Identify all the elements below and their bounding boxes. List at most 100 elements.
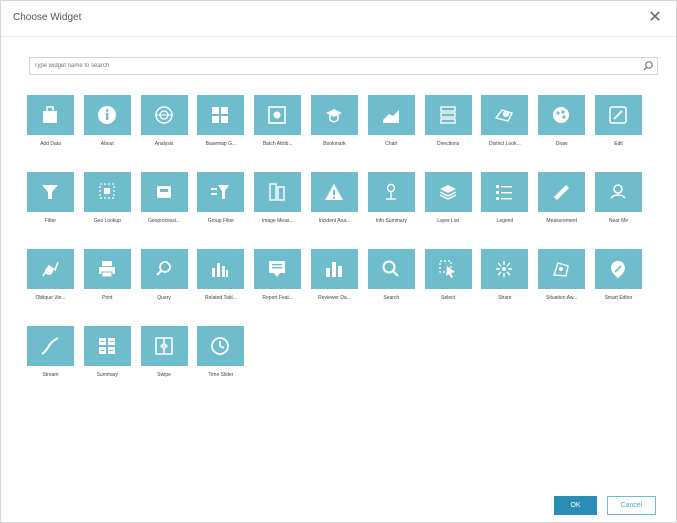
widget-tile[interactable]: [595, 172, 642, 212]
widget-tile[interactable]: [538, 95, 586, 135]
widget-item[interactable]: Analysis: [140, 95, 192, 155]
widget-label: Layer List: [437, 218, 459, 224]
widget-item[interactable]: Legend: [481, 172, 532, 232]
widget-item[interactable]: Stream: [27, 326, 78, 386]
widget-item[interactable]: District Look...: [481, 95, 532, 155]
widget-tile[interactable]: [254, 249, 302, 289]
info-icon: [97, 106, 116, 124]
widget-item[interactable]: Report Feat...: [254, 249, 305, 309]
widget-item[interactable]: Info Summary: [367, 172, 419, 232]
widget-item[interactable]: Layer List: [424, 172, 476, 232]
widget-tile[interactable]: [367, 172, 415, 212]
share-icon: [496, 261, 513, 277]
widget-item[interactable]: Query: [140, 249, 192, 309]
widget-tile[interactable]: [27, 172, 74, 212]
situation-awareness-icon: [553, 262, 569, 277]
widget-item[interactable]: Incident Ana...: [311, 172, 362, 232]
cancel-button[interactable]: Cancel: [607, 496, 656, 515]
widget-item[interactable]: Swipe: [140, 326, 192, 386]
widget-item[interactable]: Draw: [538, 95, 589, 155]
select-icon: [438, 260, 455, 278]
widget-item[interactable]: Filter: [27, 172, 78, 232]
ok-button[interactable]: OK: [554, 496, 597, 515]
widget-tile[interactable]: [27, 249, 74, 289]
widget-tile[interactable]: [538, 249, 586, 289]
widget-tile[interactable]: [481, 172, 529, 212]
widget-item[interactable]: Smart Editor: [595, 249, 646, 309]
widget-item[interactable]: Group Filter: [197, 172, 248, 232]
summary-icon: [98, 338, 115, 354]
widget-tile[interactable]: [254, 95, 302, 135]
widget-tile[interactable]: [481, 249, 529, 289]
widget-item[interactable]: Basemap G...: [197, 95, 248, 155]
widget-search-input[interactable]: [34, 59, 624, 73]
widget-item[interactable]: Time Slider: [197, 326, 248, 386]
widget-tile[interactable]: [197, 95, 245, 135]
widget-tile[interactable]: [481, 95, 529, 135]
widget-item[interactable]: About: [83, 95, 135, 155]
widget-item[interactable]: Summary: [83, 326, 135, 386]
widget-tile[interactable]: [311, 249, 358, 289]
search-icon: [382, 260, 399, 277]
widget-tile[interactable]: [140, 95, 188, 135]
widget-label: Oblique Vie...: [35, 295, 66, 301]
choose-widget-dialog: Choose Widget ✕ Add Data About Analysis Bas…: [0, 0, 677, 523]
widget-tile[interactable]: [83, 249, 131, 289]
widget-tile[interactable]: [83, 172, 131, 212]
swipe-icon: [154, 337, 173, 355]
widget-item[interactable]: Bookmark: [311, 95, 362, 155]
add-data-icon: [43, 106, 57, 123]
widget-tile[interactable]: [367, 95, 415, 135]
widget-tile[interactable]: [311, 95, 358, 135]
widget-tile[interactable]: [311, 172, 358, 212]
incident-analysis-icon: [325, 184, 343, 200]
widget-label: Summary: [96, 372, 118, 378]
widget-item[interactable]: Edit: [595, 95, 646, 155]
legend-icon: [496, 185, 513, 200]
widget-tile[interactable]: [424, 95, 472, 135]
widget-item[interactable]: Related Tabl...: [197, 249, 248, 309]
search-icon[interactable]: [641, 59, 655, 73]
widget-label: Image Meas...: [261, 218, 294, 224]
widget-item[interactable]: Situation Aw...: [538, 249, 589, 309]
widget-tile[interactable]: [83, 95, 131, 135]
widget-tile[interactable]: [367, 249, 415, 289]
widget-tile[interactable]: [424, 249, 472, 289]
widget-item[interactable]: Chart: [367, 95, 419, 155]
widget-tile[interactable]: [197, 249, 245, 289]
widget-label: Stream: [42, 372, 59, 378]
widget-item[interactable]: Directions: [424, 95, 476, 155]
widget-tile[interactable]: [538, 172, 586, 212]
widget-item[interactable]: Near Me: [595, 172, 646, 232]
widget-tile[interactable]: [595, 249, 642, 289]
widget-tile[interactable]: [197, 326, 245, 366]
widget-tile[interactable]: [83, 326, 131, 366]
widget-item[interactable]: Geoprocessi...: [140, 172, 192, 232]
widget-tile[interactable]: [140, 326, 188, 366]
widget-item[interactable]: Image Meas...: [254, 172, 305, 232]
widget-tile[interactable]: [595, 95, 642, 135]
widget-item[interactable]: Measurement: [538, 172, 589, 232]
close-icon[interactable]: ✕: [646, 9, 664, 27]
widget-tile[interactable]: [27, 326, 74, 366]
widget-tile[interactable]: [197, 172, 245, 212]
widget-item[interactable]: Batch Attrib...: [254, 95, 305, 155]
widget-item[interactable]: Add Data: [27, 95, 78, 155]
widget-tile[interactable]: [140, 249, 188, 289]
widget-item[interactable]: Oblique Vie...: [27, 249, 78, 309]
widget-item[interactable]: Select: [424, 249, 476, 309]
widget-label: About: [100, 141, 114, 147]
draw-icon: [553, 107, 570, 123]
widget-tile[interactable]: [140, 172, 188, 212]
widget-item[interactable]: Share: [481, 249, 532, 309]
widget-label: Bookmark: [323, 141, 346, 147]
widget-item[interactable]: Search: [367, 249, 419, 309]
widget-tile[interactable]: [424, 172, 472, 212]
widget-tile[interactable]: [27, 95, 74, 135]
widget-item[interactable]: Print: [83, 249, 135, 309]
widget-item[interactable]: Reviewer Da...: [311, 249, 362, 309]
widget-tile[interactable]: [254, 172, 302, 212]
related-table-icon: [212, 263, 229, 277]
smart-editor-icon: [611, 261, 625, 278]
widget-item[interactable]: Geo Lookup: [83, 172, 135, 232]
